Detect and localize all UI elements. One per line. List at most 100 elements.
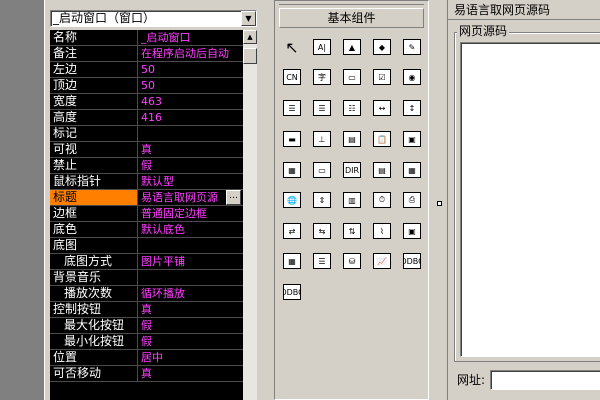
property-value[interactable]: 循环播放 xyxy=(139,286,241,301)
property-row[interactable]: 左边 50 xyxy=(50,62,257,78)
property-row[interactable]: 可否移动真 xyxy=(50,366,257,382)
url-input[interactable] xyxy=(490,370,600,390)
property-value[interactable]: 假 xyxy=(139,318,241,333)
shape-icon[interactable]: ◆ xyxy=(371,36,393,58)
property-row[interactable]: 位置 居中 xyxy=(50,350,257,366)
property-row[interactable]: 高度 416 xyxy=(50,110,257,126)
spinbox-icon[interactable]: ⇕ xyxy=(311,189,333,211)
property-value[interactable]: 居中 xyxy=(139,350,241,365)
property-value[interactable]: 463 xyxy=(139,94,241,109)
timer-icon[interactable]: ⏱ xyxy=(371,189,393,211)
property-row[interactable]: 可视真 xyxy=(50,142,257,158)
radio-icon[interactable]: ◉ xyxy=(401,66,423,88)
property-value[interactable]: 图片平铺 xyxy=(139,254,241,269)
property-value[interactable]: _启动窗口 xyxy=(139,30,241,45)
label-icon[interactable]: A| xyxy=(311,36,333,58)
property-row[interactable]: 标题 易语言取网页源… xyxy=(50,190,257,206)
chart-icon[interactable]: 📈 xyxy=(371,250,393,272)
property-value[interactable]: 普通固定边框 xyxy=(139,206,241,221)
hscroll-icon[interactable]: ↔ xyxy=(371,97,393,119)
property-value[interactable] xyxy=(139,270,241,285)
file-box-icon[interactable]: ▤ xyxy=(371,159,393,181)
property-value[interactable]: 默认底色 xyxy=(139,222,241,237)
scroll-up-icon[interactable]: ▲ xyxy=(243,30,257,44)
network-icon[interactable]: ⇄ xyxy=(281,220,303,242)
property-value[interactable] xyxy=(139,126,241,141)
odbc-source-icon[interactable]: ODBC xyxy=(281,281,303,303)
scroll-thumb[interactable] xyxy=(243,48,257,64)
client-icon[interactable]: ⇆ xyxy=(311,220,333,242)
image-list-icon[interactable]: ▣ xyxy=(401,128,423,150)
progress-icon[interactable]: ▬ xyxy=(281,128,303,150)
object-selector[interactable]: _启动窗口（窗口） ▼ xyxy=(50,10,257,27)
property-value[interactable] xyxy=(139,238,241,253)
text-icon[interactable]: 字 xyxy=(311,66,333,88)
components-tab-title[interactable]: 基本组件 xyxy=(279,8,424,28)
tab-icon[interactable]: ▤ xyxy=(341,128,363,150)
property-value[interactable]: 在程序启动后自动 xyxy=(139,46,241,61)
combobox-icon[interactable]: ☰ xyxy=(281,97,303,119)
resize-handle[interactable] xyxy=(437,201,442,206)
ellipsis-button[interactable]: … xyxy=(226,190,241,205)
printer-icon[interactable]: ⎙ xyxy=(401,189,423,211)
property-row[interactable]: 底图 xyxy=(50,238,257,254)
db-grid-icon[interactable]: ▦ xyxy=(281,250,303,272)
property-row[interactable]: 禁止假 xyxy=(50,158,257,174)
edit-box-icon[interactable]: ▭ xyxy=(311,159,333,181)
panel-splitter[interactable] xyxy=(266,0,274,400)
select-listbox-icon[interactable]: ☷ xyxy=(341,97,363,119)
listbox-icon[interactable]: ☰ xyxy=(311,97,333,119)
frame-icon[interactable]: ▣ xyxy=(401,220,423,242)
group-box-icon[interactable]: CN xyxy=(281,66,303,88)
property-value[interactable]: 50 xyxy=(139,62,241,77)
serial-icon[interactable]: ⌇ xyxy=(371,220,393,242)
globe-icon[interactable]: 🌐 xyxy=(281,189,303,211)
property-row[interactable]: 名称 _启动窗口 xyxy=(50,30,257,46)
property-grid[interactable]: 名称 _启动窗口 备注 在程序启动后自动 左边 50 顶边 50 宽度 463 高度 416 标记 可视真… xyxy=(50,30,257,400)
property-value[interactable]: 假 xyxy=(139,334,241,349)
property-row[interactable]: 备注 在程序启动后自动 xyxy=(50,46,257,62)
clipboard-icon[interactable]: 📋 xyxy=(371,128,393,150)
property-name: 最小化按钮 xyxy=(50,334,138,349)
property-row[interactable]: 边框 普通固定边框 xyxy=(50,206,257,222)
property-value[interactable]: 真 xyxy=(139,366,241,381)
property-row[interactable]: 最大化按钮假 xyxy=(50,318,257,334)
property-scrollbar[interactable]: ▲ xyxy=(243,30,257,400)
property-name: 底色 xyxy=(50,222,138,237)
property-row[interactable]: 底色 默认底色 xyxy=(50,222,257,238)
slider-icon[interactable]: ⊥ xyxy=(311,128,333,150)
property-value[interactable]: 易语言取网页源 xyxy=(139,190,224,205)
checkbox-icon[interactable]: ☑ xyxy=(371,66,393,88)
source-textbox[interactable] xyxy=(460,42,600,357)
calendar-icon[interactable]: ▦ xyxy=(281,159,303,181)
property-row[interactable]: 控制按钮真 xyxy=(50,302,257,318)
toolbar-icon[interactable]: ▥ xyxy=(341,189,363,211)
property-value[interactable]: 默认型 xyxy=(139,174,241,189)
drawing-board-icon[interactable]: ✎ xyxy=(401,36,423,58)
picture-box-icon[interactable]: ▲ xyxy=(341,36,363,58)
property-row[interactable]: 顶边 50 xyxy=(50,78,257,94)
property-value[interactable]: 416 xyxy=(139,110,241,125)
property-row[interactable]: 鼠标指针 默认型 xyxy=(50,174,257,190)
property-row[interactable]: 宽度 463 xyxy=(50,94,257,110)
property-value[interactable]: 真 xyxy=(139,142,241,157)
color-picker-icon[interactable]: ▦ xyxy=(401,159,423,181)
property-row[interactable]: 标记 xyxy=(50,126,257,142)
property-value[interactable]: 假 xyxy=(139,158,241,173)
dir-icon[interactable]: DIR xyxy=(341,159,363,181)
property-value[interactable]: 真 xyxy=(139,302,241,317)
odbc-db-icon[interactable]: ODBC xyxy=(401,250,423,272)
property-row[interactable]: 底图方式 图片平铺 xyxy=(50,254,257,270)
server-icon[interactable]: ⇅ xyxy=(341,220,363,242)
button-icon[interactable]: ▭ xyxy=(341,66,363,88)
vscroll-icon[interactable]: ↕ xyxy=(401,97,423,119)
db-list-icon[interactable]: ☰ xyxy=(311,250,333,272)
property-row[interactable]: 背景音乐 xyxy=(50,270,257,286)
property-row[interactable]: 播放次数 循环播放 xyxy=(50,286,257,302)
property-value[interactable]: 50 xyxy=(139,78,241,93)
property-row[interactable]: 最小化按钮假 xyxy=(50,334,257,350)
pointer-icon[interactable]: ↖ xyxy=(281,36,303,58)
chevron-down-icon[interactable]: ▼ xyxy=(241,11,256,26)
design-window[interactable]: 易语言取网页源码 网页源码 网址: xyxy=(447,0,600,400)
db-provider-icon[interactable]: ⛁ xyxy=(341,250,363,272)
